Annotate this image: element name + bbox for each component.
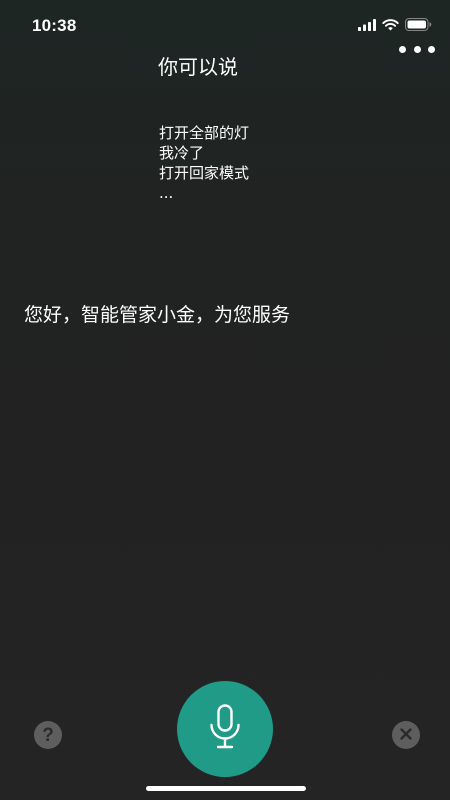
greeting-message: 您好，智能管家小金，为您服务 <box>24 304 291 326</box>
more-options-button[interactable] <box>399 40 435 58</box>
close-button[interactable] <box>392 721 420 749</box>
more-dots-icon <box>399 45 406 53</box>
status-bar: 10:38 <box>0 0 450 44</box>
hint-title: 你可以说 <box>158 55 238 79</box>
home-indicator[interactable] <box>146 786 306 791</box>
hint-item: 打开全部的灯 <box>159 124 250 142</box>
microphone-button[interactable] <box>177 681 273 777</box>
help-button[interactable]: ? <box>34 721 62 749</box>
close-icon <box>399 726 413 745</box>
cellular-signal-icon <box>358 16 376 35</box>
status-icons <box>358 17 432 33</box>
wifi-icon <box>382 16 399 35</box>
more-dots-icon <box>413 45 421 53</box>
hint-item: 打开回家模式 <box>159 164 250 182</box>
hint-item-ellipsis: ... <box>159 184 174 202</box>
battery-icon <box>405 16 432 35</box>
question-mark-icon: ? <box>42 724 54 746</box>
status-time: 10:38 <box>32 16 77 35</box>
hint-list: 打开全部的灯 我冷了 打开回家模式 ... <box>159 123 249 203</box>
hint-item: 我冷了 <box>159 144 205 162</box>
microphone-icon <box>208 704 242 754</box>
more-dots-icon <box>428 45 435 53</box>
